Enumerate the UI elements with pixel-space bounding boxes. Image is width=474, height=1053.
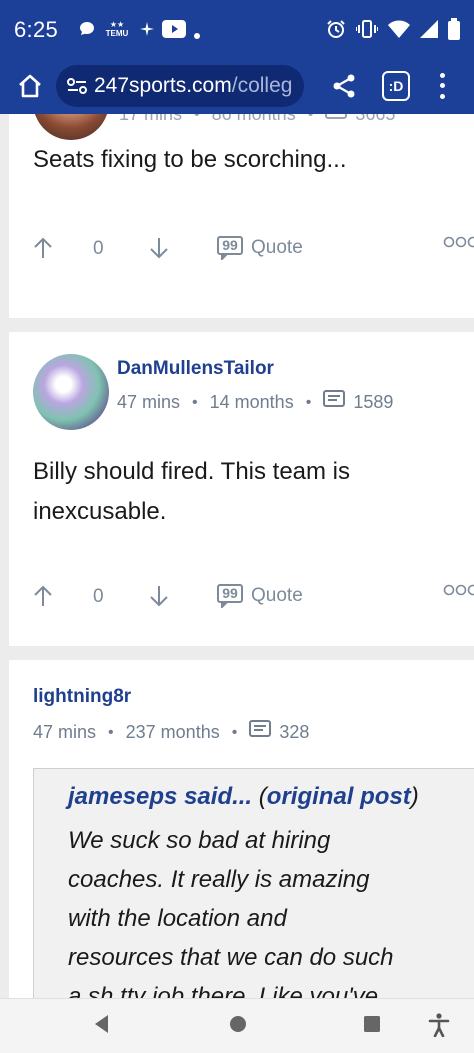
battery-icon	[448, 18, 460, 45]
post-time: 17 mins	[119, 114, 183, 124]
svg-text:99: 99	[222, 237, 238, 253]
status-time: 6:25	[14, 17, 59, 42]
post-card: lightning8r 47 mins • 237 months • 328 j…	[9, 660, 474, 998]
post-body: Seats fixing to be scorching...	[33, 146, 347, 173]
url-path: /colleg	[231, 74, 293, 97]
youtube-icon	[162, 20, 186, 43]
upvote-icon[interactable]	[33, 236, 53, 260]
browser-toolbar: 247sports.com/colleg :D	[0, 58, 474, 114]
post-card: DanMullensTailor 47 mins • 14 months • 1…	[9, 332, 474, 646]
member-tenure: 86 months	[211, 114, 296, 124]
quote-icon: 99	[217, 584, 243, 608]
more-options-icon[interactable]	[443, 236, 474, 248]
post-meta: 47 mins • 237 months • 328	[33, 720, 309, 745]
url-text: 247sports.com/colleg	[94, 74, 292, 98]
sparkle-icon	[140, 22, 154, 41]
author-name[interactable]: lightning8r	[33, 686, 131, 708]
tab-switcher-button[interactable]: :D	[382, 71, 410, 101]
recents-square-icon[interactable]	[362, 1013, 382, 1040]
member-tenure: 237 months	[125, 722, 220, 742]
quote-label: Quote	[251, 237, 303, 258]
thread-content[interactable]: 17 mins • 86 months • 3665 Seats fixing …	[0, 114, 474, 998]
quote-label: Quote	[251, 585, 303, 606]
signal-icon	[420, 20, 438, 43]
url-bar[interactable]: 247sports.com/colleg	[56, 65, 304, 107]
status-bar: 6:25 ★★ TEMU	[0, 0, 474, 58]
post-time: 47 mins	[33, 722, 97, 742]
temu-label: TEMU	[105, 29, 129, 38]
system-nav-bar	[0, 998, 474, 1053]
downvote-icon[interactable]	[149, 236, 169, 260]
notification-dot-icon	[194, 26, 200, 44]
quote-header: jameseps said... (original post)	[68, 783, 419, 811]
post-body: Billy should fired. This team is inexcus…	[33, 452, 350, 532]
site-settings-icon[interactable]	[66, 75, 88, 97]
post-count-icon	[325, 114, 348, 127]
quote-button[interactable]: 99 Quote	[217, 584, 303, 608]
quote-line: resources that we can do such	[68, 944, 394, 971]
post-body-line: inexcusable.	[33, 498, 167, 525]
temu-app-icon: ★★ TEMU	[105, 20, 129, 38]
post-actions: 0 99 Quote	[33, 236, 474, 266]
svg-text:99: 99	[222, 585, 238, 601]
quote-button[interactable]: 99 Quote	[217, 236, 303, 260]
post-time: 47 mins	[117, 392, 181, 412]
wifi-icon	[388, 20, 410, 43]
post-meta: 47 mins • 14 months • 1589	[117, 390, 393, 415]
home-circle-icon[interactable]	[228, 1013, 248, 1040]
post-count-icon	[249, 720, 272, 745]
post-count: 328	[279, 722, 310, 742]
avatar[interactable]	[33, 354, 109, 430]
url-host: 247sports.com	[94, 74, 232, 97]
post-count: 3665	[355, 114, 396, 124]
post-body-line: Billy should fired. This team is	[33, 458, 351, 485]
downvote-icon[interactable]	[149, 584, 169, 608]
overflow-menu-icon[interactable]	[432, 70, 452, 102]
quoted-post: jameseps said... (original post) We suck…	[33, 768, 474, 998]
alarm-icon	[326, 19, 346, 44]
avatar[interactable]	[33, 114, 109, 140]
more-options-icon[interactable]	[443, 584, 474, 596]
back-triangle-icon[interactable]	[92, 1013, 110, 1040]
accessibility-icon[interactable]	[428, 1013, 450, 1042]
post-count-icon	[323, 390, 346, 415]
quote-line: coaches. It really is amazing	[68, 866, 370, 893]
post-actions: 0 99 Quote	[33, 584, 474, 614]
quote-line: We suck so bad at hiring	[68, 827, 331, 854]
quote-paren-open: (	[258, 783, 267, 810]
chat-bubble-icon	[78, 20, 96, 43]
quote-body: We suck so bad at hiring coaches. It rea…	[68, 821, 458, 998]
vibrate-icon	[355, 19, 379, 44]
post-card: 17 mins • 86 months • 3665 Seats fixing …	[9, 114, 474, 318]
quoted-user-link[interactable]: jameseps said...	[68, 783, 252, 810]
quote-line: with the location and	[68, 905, 287, 932]
home-icon	[19, 74, 41, 98]
quote-paren-close: )	[410, 783, 419, 810]
home-button[interactable]	[14, 70, 46, 102]
share-icon[interactable]	[330, 72, 358, 100]
author-name[interactable]: DanMullensTailor	[117, 358, 274, 380]
post-meta: 17 mins • 86 months • 3665	[119, 114, 395, 127]
post-count: 1589	[353, 392, 394, 412]
quote-line: a sh tty job there. Like you've	[68, 983, 379, 998]
upvote-icon[interactable]	[33, 584, 53, 608]
vote-count: 0	[93, 238, 104, 259]
original-post-link[interactable]: original post	[267, 783, 411, 810]
vote-count: 0	[93, 586, 104, 607]
quote-icon: 99	[217, 236, 243, 260]
member-tenure: 14 months	[209, 392, 294, 412]
